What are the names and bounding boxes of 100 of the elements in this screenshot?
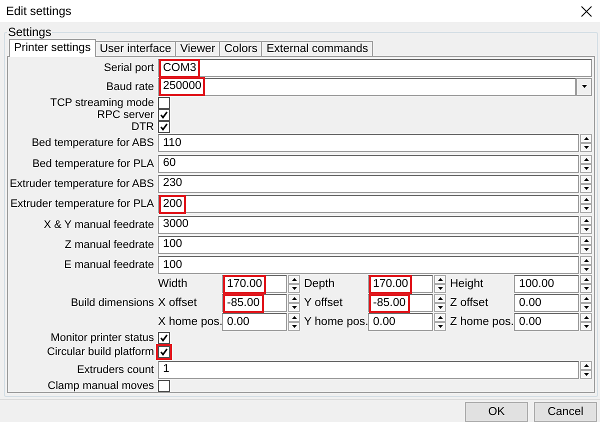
number-field[interactable]: 110 xyxy=(158,134,579,152)
tab[interactable]: Printer settings xyxy=(9,39,96,57)
spin-down-button[interactable] xyxy=(288,284,300,294)
checkbox[interactable] xyxy=(158,332,170,344)
spin-up-button[interactable] xyxy=(434,294,446,304)
field-label: Height xyxy=(450,278,484,290)
spin-down-button[interactable] xyxy=(288,303,300,312)
down-arrow-icon xyxy=(292,306,296,310)
checkbox[interactable] xyxy=(158,346,170,358)
spin-up-button[interactable] xyxy=(288,294,300,304)
spin-up-button[interactable] xyxy=(580,154,592,164)
down-arrow-icon xyxy=(584,287,588,290)
down-arrow-icon xyxy=(584,248,588,251)
number-field[interactable]: 0.00 xyxy=(514,294,579,312)
checkbox[interactable] xyxy=(158,96,170,109)
up-arrow-icon xyxy=(584,364,588,367)
up-arrow-icon xyxy=(584,297,588,300)
down-arrow-icon xyxy=(584,166,588,170)
number-field[interactable]: 200 xyxy=(158,195,579,214)
number-field[interactable]: 0.00 xyxy=(222,313,287,332)
down-arrow-icon xyxy=(292,325,296,328)
spin-down-button[interactable] xyxy=(580,265,592,274)
spin-down-button[interactable] xyxy=(580,204,592,214)
down-arrow-icon xyxy=(584,146,588,150)
field-label: Z offset xyxy=(450,297,490,310)
spin-up-button[interactable] xyxy=(580,256,592,266)
down-arrow-icon xyxy=(584,186,588,190)
text-field[interactable]: COM3 xyxy=(158,59,592,78)
up-arrow-icon xyxy=(584,218,588,222)
up-arrow-icon xyxy=(438,316,442,320)
spin-down-button[interactable] xyxy=(434,303,446,312)
number-field[interactable]: -85.00 xyxy=(368,294,433,312)
field-label: Bed temperature for PLA xyxy=(31,158,154,170)
number-field[interactable]: 100.00 xyxy=(514,275,579,294)
spin-up-button[interactable] xyxy=(434,313,446,322)
spin-down-button[interactable] xyxy=(580,143,592,152)
tab[interactable]: External commands xyxy=(261,41,374,57)
number-field[interactable]: 170.00 xyxy=(368,275,433,294)
close-icon[interactable] xyxy=(581,6,592,16)
spin-up-button[interactable] xyxy=(288,313,300,322)
spin-up-button[interactable] xyxy=(580,294,592,304)
combo-field[interactable]: 250000 xyxy=(158,78,576,96)
up-arrow-icon xyxy=(584,316,588,320)
number-field[interactable]: 230 xyxy=(158,174,579,193)
up-arrow-icon xyxy=(584,178,588,181)
down-arrow-icon xyxy=(584,228,588,230)
up-arrow-icon xyxy=(584,278,588,282)
down-arrow-icon xyxy=(584,207,588,210)
group-title: Settings xyxy=(7,25,52,39)
field-label: Baud rate xyxy=(105,81,154,94)
field-label: X offset xyxy=(158,297,198,310)
number-field[interactable]: 100 xyxy=(158,256,579,274)
spin-down-button[interactable] xyxy=(580,284,592,294)
dropdown-button[interactable] xyxy=(576,78,592,96)
up-arrow-icon xyxy=(438,278,442,282)
up-arrow-icon xyxy=(584,238,588,242)
field-label: X & Y manual feedrate xyxy=(42,218,154,230)
down-arrow-icon xyxy=(438,287,442,290)
checkbox[interactable] xyxy=(158,120,170,133)
spin-up-button[interactable] xyxy=(580,134,592,144)
number-field[interactable]: 1 xyxy=(158,360,579,379)
number-field[interactable]: 0.00 xyxy=(368,313,433,332)
dialog-button[interactable]: Cancel xyxy=(534,402,597,422)
number-field[interactable]: 100 xyxy=(158,236,579,254)
checkbox[interactable] xyxy=(158,380,170,392)
field-label: E manual feedrate xyxy=(63,259,154,272)
spin-down-button[interactable] xyxy=(434,322,446,332)
spin-up-button[interactable] xyxy=(288,275,300,284)
field-label: Y offset xyxy=(304,297,344,310)
field-label: Build dimensions xyxy=(70,297,154,310)
spin-up-button[interactable] xyxy=(580,195,592,204)
number-field[interactable]: -85.00 xyxy=(222,294,287,312)
spin-down-button[interactable] xyxy=(580,322,592,332)
number-field[interactable]: 0.00 xyxy=(514,313,579,332)
number-field[interactable]: 170.00 xyxy=(222,275,287,294)
field-label: Extruders count xyxy=(76,364,154,376)
checkbox-label: Circular build platform xyxy=(46,346,154,358)
spin-down-button[interactable] xyxy=(434,284,446,294)
down-arrow-icon xyxy=(582,85,586,88)
number-field[interactable]: 3000 xyxy=(158,216,579,234)
spin-up-button[interactable] xyxy=(580,275,592,284)
field-label: Bed temperature for ABS xyxy=(30,137,154,150)
spin-up-button[interactable] xyxy=(580,174,592,184)
spin-up-button[interactable] xyxy=(580,236,592,245)
up-arrow-icon xyxy=(584,137,588,140)
spin-down-button[interactable] xyxy=(288,322,300,332)
down-arrow-icon xyxy=(584,268,588,272)
checkbox[interactable] xyxy=(158,108,170,121)
window-title: Edit settings xyxy=(6,4,72,18)
field-label: Extruder temperature for PLA xyxy=(9,198,154,210)
spin-up-button[interactable] xyxy=(580,360,592,370)
spin-up-button[interactable] xyxy=(434,275,446,284)
number-field[interactable]: 60 xyxy=(158,154,579,173)
dialog-button[interactable]: OK xyxy=(465,402,528,422)
spin-down-button[interactable] xyxy=(580,303,592,312)
up-arrow-icon xyxy=(292,278,296,282)
spin-up-button[interactable] xyxy=(580,216,592,224)
spin-up-button[interactable] xyxy=(580,313,592,322)
up-arrow-icon xyxy=(584,198,588,202)
checkbox-label: RPC server xyxy=(96,108,154,121)
